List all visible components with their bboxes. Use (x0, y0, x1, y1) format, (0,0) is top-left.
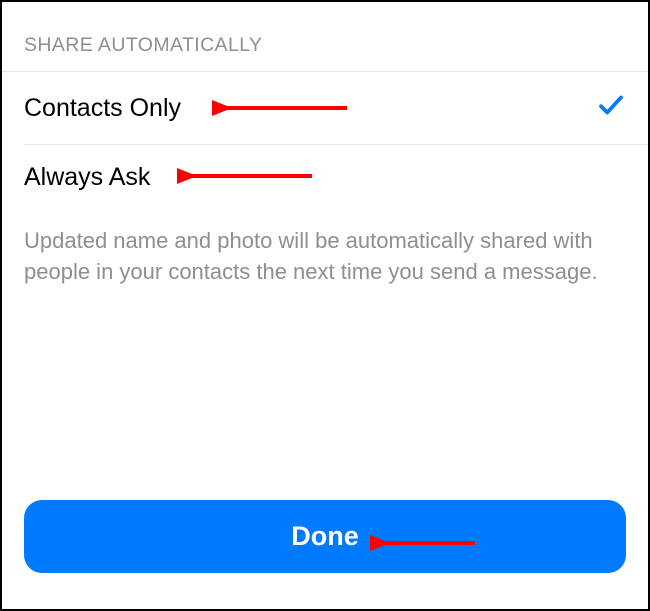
option-always-ask[interactable]: Always Ask (2, 145, 648, 210)
section-footer: Updated name and photo will be automatic… (2, 210, 648, 304)
option-label: Always Ask (24, 163, 150, 192)
settings-panel: SHARE AUTOMATICALLY Contacts Only Always… (2, 2, 648, 609)
option-contacts-only[interactable]: Contacts Only (2, 72, 648, 145)
checkmark-icon (596, 90, 626, 127)
option-label: Contacts Only (24, 94, 181, 123)
done-button[interactable]: Done (24, 500, 626, 573)
section-header: SHARE AUTOMATICALLY (2, 2, 648, 72)
